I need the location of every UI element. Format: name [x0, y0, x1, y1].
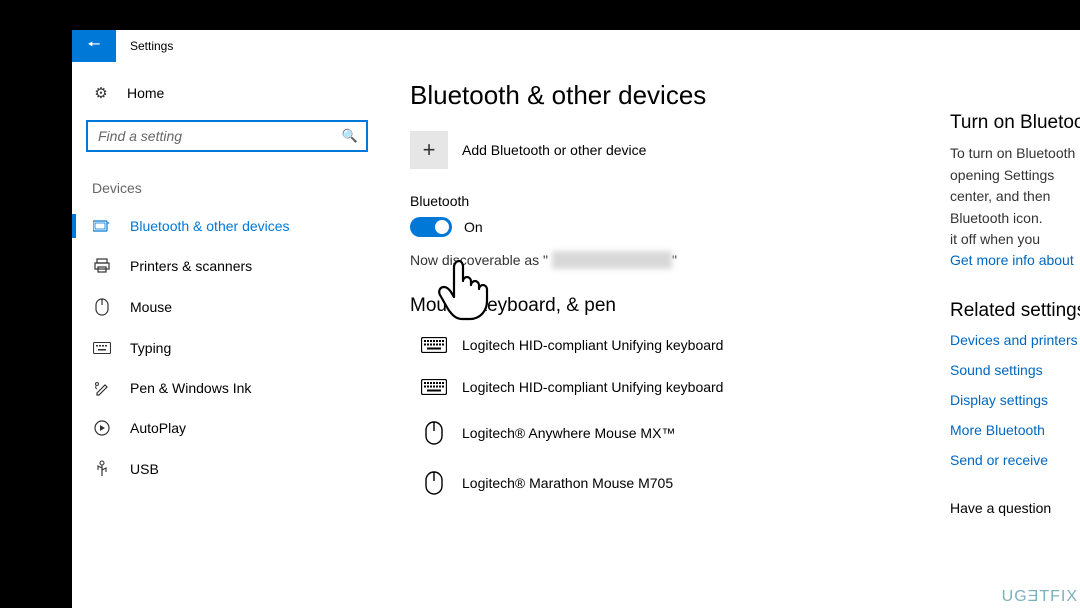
bluetooth-state: On: [464, 219, 483, 235]
keyboard-icon: [420, 379, 448, 395]
home-label: Home: [127, 85, 164, 101]
search-container: 🔍: [72, 112, 382, 162]
sidebar-item-mouse[interactable]: Mouse: [72, 286, 382, 328]
printer-icon: [92, 258, 112, 274]
titlebar: 🠔 Settings: [72, 30, 1080, 62]
device-group-title: Mouse, keyboard, & pen: [410, 295, 930, 317]
watermark: UGƎTFIX: [1002, 588, 1078, 606]
sidebar-item-label: AutoPlay: [130, 420, 186, 436]
sidebar-item-label: Mouse: [130, 299, 172, 315]
keyboard-icon: [92, 342, 112, 354]
sidebar-item-label: Printers & scanners: [130, 258, 252, 274]
sidebar-item-printers[interactable]: Printers & scanners: [72, 246, 382, 286]
help-text: it off when you: [950, 230, 1080, 250]
sidebar-item-usb[interactable]: USB: [72, 448, 382, 490]
device-name-redacted: [552, 251, 672, 269]
discoverable-text: Now discoverable as " ": [410, 251, 930, 269]
bluetooth-device-icon: [92, 218, 112, 234]
device-item[interactable]: Logitech HID-compliant Unifying keyboard: [410, 331, 930, 373]
keyboard-icon: [420, 337, 448, 353]
help-text: Bluetooth icon.: [950, 209, 1080, 229]
sidebar-item-label: Typing: [130, 340, 171, 356]
related-link-display[interactable]: Display settings: [950, 392, 1080, 408]
pen-icon: [92, 380, 112, 396]
device-item[interactable]: Logitech® Anywhere Mouse MX™: [410, 415, 930, 465]
question-title: Have a question: [950, 500, 1080, 516]
related-link-bluetooth[interactable]: More Bluetooth: [950, 422, 1080, 438]
content-area: ⚙ Home 🔍 Devices Bluetooth & other devic…: [72, 62, 1080, 608]
settings-window: 🠔 Settings ⚙ Home 🔍 Devices Bluetooth & …: [72, 30, 1080, 608]
bluetooth-toggle[interactable]: [410, 217, 452, 237]
bluetooth-toggle-row: On: [410, 217, 930, 237]
add-device-button[interactable]: + Add Bluetooth or other device: [410, 131, 930, 169]
add-device-label: Add Bluetooth or other device: [462, 142, 646, 158]
sidebar-item-label: USB: [130, 461, 159, 477]
sidebar-item-autoplay[interactable]: AutoPlay: [72, 408, 382, 448]
related-link-sound[interactable]: Sound settings: [950, 362, 1080, 378]
usb-icon: [92, 460, 112, 478]
back-arrow-icon: 🠔: [87, 34, 100, 59]
main-content: Bluetooth & other devices + Add Bluetoot…: [382, 62, 950, 608]
device-item[interactable]: Logitech® Marathon Mouse M705: [410, 465, 930, 515]
gear-icon: ⚙: [92, 84, 110, 102]
mouse-icon: [420, 471, 448, 495]
search-input[interactable]: [86, 120, 368, 152]
mouse-icon: [420, 421, 448, 445]
sidebar-item-label: Bluetooth & other devices: [130, 218, 290, 234]
related-settings-title: Related settings: [950, 300, 1080, 322]
help-text: center, and then: [950, 187, 1080, 207]
sidebar-item-pen[interactable]: Pen & Windows Ink: [72, 368, 382, 408]
page-title: Bluetooth & other devices: [410, 80, 930, 111]
help-section-title: Turn on Bluetooth: [950, 112, 1080, 134]
mouse-icon: [92, 298, 112, 316]
home-button[interactable]: ⚙ Home: [72, 74, 382, 112]
bluetooth-label: Bluetooth: [410, 193, 930, 209]
related-link-devices[interactable]: Devices and printers: [950, 332, 1080, 348]
sidebar-item-label: Pen & Windows Ink: [130, 380, 251, 396]
sidebar-group-header: Devices: [72, 162, 382, 206]
more-info-link[interactable]: Get more info about: [950, 252, 1080, 268]
right-panel: Turn on Bluetooth To turn on Bluetooth o…: [950, 62, 1080, 608]
sidebar: ⚙ Home 🔍 Devices Bluetooth & other devic…: [72, 62, 382, 608]
help-text: opening Settings: [950, 166, 1080, 186]
sidebar-item-bluetooth[interactable]: Bluetooth & other devices: [72, 206, 382, 246]
back-button[interactable]: 🠔: [72, 30, 116, 62]
sidebar-item-typing[interactable]: Typing: [72, 328, 382, 368]
window-title: Settings: [130, 39, 173, 53]
toggle-knob: [435, 220, 449, 234]
device-label: Logitech® Anywhere Mouse MX™: [462, 425, 675, 441]
device-label: Logitech HID-compliant Unifying keyboard: [462, 379, 723, 395]
autoplay-icon: [92, 420, 112, 436]
device-label: Logitech HID-compliant Unifying keyboard: [462, 337, 723, 353]
help-text: To turn on Bluetooth: [950, 144, 1080, 164]
plus-icon: +: [410, 131, 448, 169]
device-label: Logitech® Marathon Mouse M705: [462, 475, 673, 491]
related-link-send[interactable]: Send or receive: [950, 452, 1080, 468]
device-item[interactable]: Logitech HID-compliant Unifying keyboard: [410, 373, 930, 415]
